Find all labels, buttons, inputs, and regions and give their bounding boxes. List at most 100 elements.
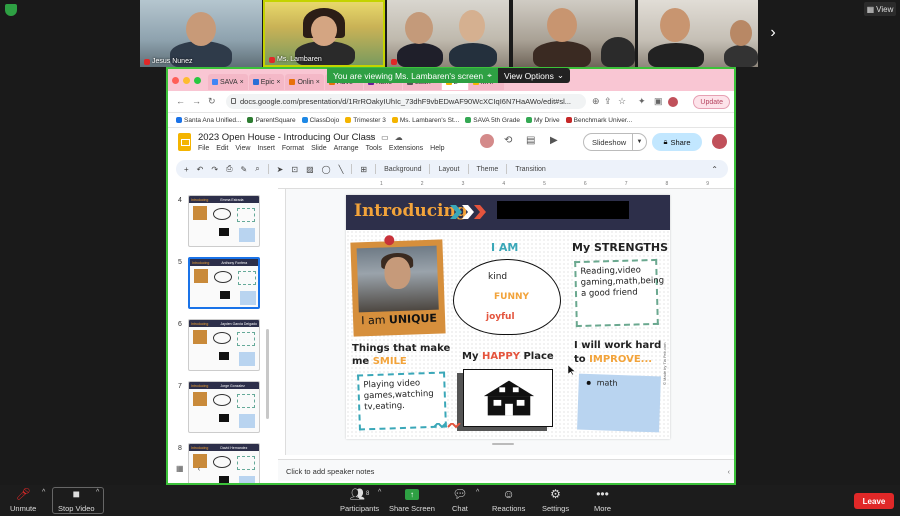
google-slides-logo-icon[interactable]	[178, 133, 191, 151]
menu-item-help[interactable]: Help	[430, 145, 444, 152]
move-folder-icon[interactable]: ▭	[381, 133, 389, 142]
menu-item-extensions[interactable]: Extensions	[389, 145, 423, 152]
participant-tile-active-speaker[interactable]: Ms. Lambaren	[263, 0, 385, 67]
star-icon[interactable]: ☆	[368, 133, 375, 142]
user-avatar[interactable]	[712, 134, 727, 149]
zoom-icon[interactable]: ⊕	[592, 96, 600, 107]
leave-button[interactable]: Leave	[854, 493, 894, 509]
security-shield-icon[interactable]	[5, 4, 17, 16]
cloud-saved-icon[interactable]: ☁	[395, 133, 403, 142]
select-icon[interactable]: ➤	[277, 165, 284, 174]
slide-thumbnail[interactable]: Introducing Emma Estrada	[188, 195, 260, 247]
close-tab-icon[interactable]: ×	[240, 79, 244, 86]
menu-item-file[interactable]: File	[198, 145, 209, 152]
slide[interactable]: Introducing I am UNIQUE I AM kind FUNNY …	[346, 195, 670, 439]
paint-format-icon[interactable]: ✎	[240, 165, 247, 174]
settings-button[interactable]: ⚙ Settings	[542, 487, 569, 513]
menu-item-format[interactable]: Format	[282, 145, 304, 152]
participants-caret-icon[interactable]: ^	[378, 489, 381, 496]
bookmark-item[interactable]: Ms. Lambaren's St...	[391, 117, 459, 124]
menu-item-view[interactable]: View	[235, 145, 250, 152]
minimize-window-icon[interactable]	[183, 77, 190, 84]
view-button[interactable]: ▦ View	[864, 2, 896, 16]
menu-item-tools[interactable]: Tools	[366, 145, 382, 152]
browser-tab[interactable]: Epic ×	[248, 74, 285, 90]
chat-caret-icon[interactable]: ^	[476, 489, 479, 496]
meet-icon[interactable]: ▶	[550, 135, 558, 146]
back-icon[interactable]: ←	[176, 96, 185, 106]
participant-tile[interactable]	[638, 0, 758, 67]
history-icon[interactable]: ⟲	[504, 135, 512, 146]
reactions-button[interactable]: ☺ Reactions	[492, 487, 525, 513]
slideshow-button[interactable]: Slideshow ▼	[583, 133, 647, 151]
share-page-icon[interactable]: ⇪	[604, 96, 612, 107]
slide-thumbnail[interactable]: Introducing Anthony Fonfera	[188, 257, 260, 309]
close-tab-icon[interactable]: ×	[276, 79, 280, 86]
reload-icon[interactable]: ↻	[208, 96, 216, 107]
participant-tile[interactable]	[387, 0, 509, 67]
maximize-window-icon[interactable]	[194, 77, 201, 84]
redo-icon[interactable]: ↷	[211, 165, 218, 174]
extensions-icon[interactable]: ✦	[638, 96, 646, 107]
grid-view-icon[interactable]: ▦	[176, 464, 184, 473]
unmute-button[interactable]: 🎤︎ Unmute	[10, 487, 36, 513]
chat-button[interactable]: 💬︎ Chat	[452, 487, 468, 513]
collaborator-avatar[interactable]	[480, 134, 494, 148]
shape-icon[interactable]: ◯	[322, 165, 331, 174]
strengths-textbox[interactable]: Reading,video gaming,math,being a good f…	[574, 258, 664, 328]
close-window-icon[interactable]	[172, 77, 179, 84]
browser-tab[interactable]: Onlin ×	[285, 74, 324, 90]
audio-options-caret-icon[interactable]: ^	[42, 489, 45, 496]
url-field[interactable]: docs.google.com/presentation/d/1RrROakyI…	[226, 94, 586, 109]
transition-button[interactable]: Transition	[515, 166, 545, 173]
bookmark-item[interactable]: ParentSquare	[247, 117, 296, 124]
slide-thumbnail[interactable]: Introducing Jorge Gonzalez	[188, 381, 260, 433]
bookmark-item[interactable]: ClassDojo	[301, 117, 339, 124]
collapse-toolbar-icon[interactable]: ⌃	[711, 165, 718, 174]
bookmark-item[interactable]: Benchmark Univer...	[565, 117, 632, 124]
document-title[interactable]: 2023 Open House - Introducing Our Class	[198, 132, 375, 143]
bookmark-item[interactable]: Trimester 3	[345, 117, 386, 124]
undo-icon[interactable]: ↶	[197, 165, 204, 174]
menu-item-edit[interactable]: Edit	[216, 145, 228, 152]
comment-icon[interactable]: ▤	[526, 135, 535, 146]
image-icon[interactable]: ▨	[306, 165, 314, 174]
smile-textbox[interactable]: Playing video games,watching tv,eating.	[357, 371, 447, 431]
menu-item-arrange[interactable]: Arrange	[334, 145, 359, 152]
filmstrip-scrollbar[interactable]	[266, 329, 269, 419]
view-options-button[interactable]: View Options ⌄	[497, 68, 570, 83]
expand-side-panel-icon[interactable]: ‹	[728, 469, 730, 476]
profile-avatar[interactable]	[668, 97, 678, 107]
zoom-icon[interactable]: ⌕	[255, 164, 259, 174]
slide-thumbnail[interactable]: Introducing Jayden Garcia Delgado	[188, 319, 260, 371]
pin-icon[interactable]: ⌖	[487, 70, 492, 81]
video-options-caret-icon[interactable]: ^	[96, 489, 99, 496]
background-button[interactable]: Background	[384, 166, 421, 173]
textbox-icon[interactable]: ⊡	[291, 165, 298, 174]
collapse-panel-icon[interactable]: ‹	[198, 464, 201, 473]
menu-item-insert[interactable]: Insert	[257, 145, 275, 152]
update-button[interactable]: Update	[693, 95, 730, 109]
menu-item-slide[interactable]: Slide	[311, 145, 327, 152]
happy-place-box[interactable]	[463, 369, 553, 427]
bookmark-item[interactable]: SAVA 5th Grade	[465, 117, 520, 124]
comment-add-icon[interactable]: ⊞	[360, 165, 367, 174]
new-slide-icon[interactable]: +	[184, 165, 189, 174]
bookmark-star-icon[interactable]: ☆	[618, 96, 626, 107]
close-tab-icon[interactable]: ×	[316, 79, 320, 86]
horizontal-ruler[interactable]: 1 2 3 4 5 6 7 8 9	[278, 181, 734, 189]
layout-button[interactable]: Layout	[438, 166, 459, 173]
speaker-notes[interactable]: Click to add speaker notes	[278, 459, 734, 481]
line-icon[interactable]: ╲	[339, 165, 344, 174]
share-button[interactable]: 🔒︎ Share	[652, 133, 702, 151]
sidebar-icon[interactable]: ▣	[654, 96, 663, 107]
share-screen-button[interactable]: ↑ Share Screen	[389, 487, 435, 513]
participant-tile[interactable]: Jesus Nunez	[140, 0, 262, 67]
i-am-cloud[interactable]: kind FUNNY joyful	[453, 259, 561, 335]
vertical-ruler[interactable]	[278, 189, 286, 455]
bookmark-item[interactable]: Santa Ana Unified...	[176, 117, 241, 124]
forward-icon[interactable]: →	[192, 96, 201, 106]
participant-tile[interactable]	[513, 0, 635, 67]
improve-note[interactable]: math	[577, 373, 661, 433]
chevron-down-icon[interactable]: ▼	[632, 134, 646, 150]
